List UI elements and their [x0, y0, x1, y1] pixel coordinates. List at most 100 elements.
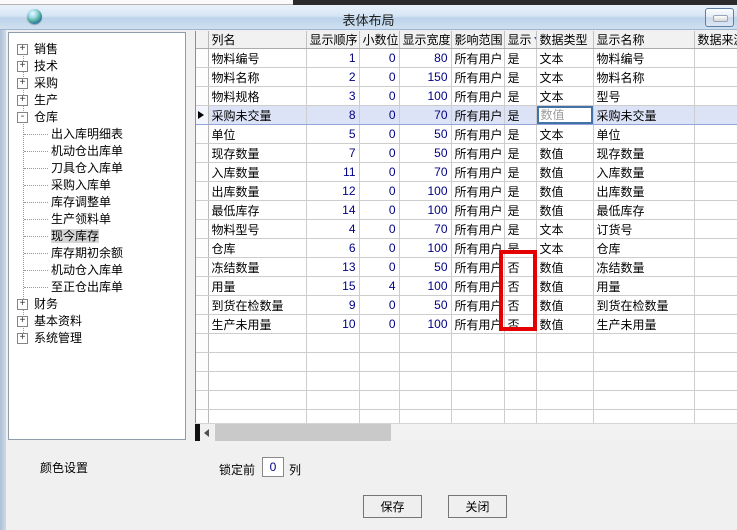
module-tree-panel[interactable]: +销售+技术+采购+生产-仓库出入库明细表机动仓出库单刀具仓入库单采购入库单库存…: [8, 32, 186, 440]
cell-scope[interactable]: 所有用户: [451, 49, 504, 68]
cell-name[interactable]: 最低库存: [208, 201, 306, 220]
cell-type[interactable]: 数值: [536, 201, 593, 220]
tree-item[interactable]: +技术: [9, 58, 185, 75]
column-header[interactable]: 显示顺序: [306, 31, 359, 49]
expand-icon[interactable]: +: [17, 44, 28, 55]
expand-icon[interactable]: +: [17, 316, 28, 327]
lock-columns-input[interactable]: [262, 457, 284, 477]
cell-order[interactable]: 1: [306, 49, 359, 68]
cell-display[interactable]: 型号: [593, 87, 694, 106]
cell-name[interactable]: 物料规格: [208, 87, 306, 106]
column-header[interactable]: 影响范围: [451, 31, 504, 49]
cell-scope[interactable]: 所有用户: [451, 296, 504, 315]
cell-visible[interactable]: 是: [504, 182, 536, 201]
horizontal-scrollbar[interactable]: [195, 423, 737, 440]
table-row[interactable]: 采购未交量8070所有用户是数值采购未交量: [196, 106, 737, 125]
table-row[interactable]: 物料名称20150所有用户是文本物料名称: [196, 68, 737, 87]
cell-source[interactable]: [694, 68, 737, 87]
cell-name[interactable]: 出库数量: [208, 182, 306, 201]
cell-editor[interactable]: 数值: [537, 106, 593, 124]
cell-type[interactable]: 数值: [536, 315, 593, 334]
table-row[interactable]: 冻结数量13050所有用户否数值冻结数量: [196, 258, 737, 277]
cell-scope[interactable]: 所有用户: [451, 182, 504, 201]
cell-display[interactable]: 订货号: [593, 220, 694, 239]
table-row[interactable]: 入库数量11070所有用户是数值入库数量: [196, 163, 737, 182]
cell-order[interactable]: 13: [306, 258, 359, 277]
tree-item[interactable]: +财务: [9, 296, 185, 313]
table-row[interactable]: 到货在检数量9050所有用户否数值到货在检数量: [196, 296, 737, 315]
tree-item[interactable]: 现今库存: [9, 228, 185, 245]
tree-item[interactable]: -仓库: [9, 109, 185, 126]
cell-type[interactable]: 文本: [536, 68, 593, 87]
cell-order[interactable]: 8: [306, 106, 359, 125]
cell-display[interactable]: 物料编号: [593, 49, 694, 68]
cell-scope[interactable]: 所有用户: [451, 125, 504, 144]
cell-decimals[interactable]: 0: [359, 296, 399, 315]
cell-scope[interactable]: 所有用户: [451, 201, 504, 220]
cell-type[interactable]: 文本: [536, 220, 593, 239]
cell-width[interactable]: 100: [399, 87, 451, 106]
table-row[interactable]: 物料编号1080所有用户是文本物料编号: [196, 49, 737, 68]
cell-order[interactable]: 12: [306, 182, 359, 201]
cell-scope[interactable]: 所有用户: [451, 163, 504, 182]
cell-type[interactable]: 数值: [536, 182, 593, 201]
cell-source[interactable]: [694, 296, 737, 315]
cell-scope[interactable]: 所有用户: [451, 315, 504, 334]
cell-scope[interactable]: 所有用户: [451, 87, 504, 106]
cell-order[interactable]: 7: [306, 144, 359, 163]
cell-display[interactable]: 入库数量: [593, 163, 694, 182]
cell-display[interactable]: 生产未用量: [593, 315, 694, 334]
cell-width[interactable]: 70: [399, 220, 451, 239]
cell-type[interactable]: 数值: [536, 296, 593, 315]
cell-source[interactable]: [694, 182, 737, 201]
tree-item[interactable]: +基本资料: [9, 313, 185, 330]
tree-item[interactable]: 库存期初余额: [9, 245, 185, 262]
column-header[interactable]: 数据来源: [694, 31, 737, 49]
cell-visible[interactable]: 是: [504, 49, 536, 68]
cell-width[interactable]: 100: [399, 277, 451, 296]
cell-order[interactable]: 5: [306, 125, 359, 144]
cell-decimals[interactable]: 0: [359, 163, 399, 182]
cell-display[interactable]: 物料名称: [593, 68, 694, 87]
cell-visible[interactable]: 是: [504, 163, 536, 182]
cell-width[interactable]: 80: [399, 49, 451, 68]
cell-source[interactable]: [694, 258, 737, 277]
scrollbar-thumb[interactable]: [215, 424, 391, 441]
cell-source[interactable]: [694, 106, 737, 125]
cell-type[interactable]: 数值: [536, 258, 593, 277]
cell-name[interactable]: 物料编号: [208, 49, 306, 68]
table-row[interactable]: 物料规格30100所有用户是文本型号: [196, 87, 737, 106]
cell-visible[interactable]: 是: [504, 220, 536, 239]
cell-width[interactable]: 100: [399, 315, 451, 334]
cell-order[interactable]: 9: [306, 296, 359, 315]
cell-display[interactable]: 最低库存: [593, 201, 694, 220]
cell-order[interactable]: 4: [306, 220, 359, 239]
tree-item[interactable]: 至正仓出库单: [9, 279, 185, 296]
table-row[interactable]: 仓库60100所有用户是文本仓库: [196, 239, 737, 258]
cell-name[interactable]: 冻结数量: [208, 258, 306, 277]
close-button[interactable]: 关闭: [448, 495, 507, 518]
cell-decimals[interactable]: 0: [359, 315, 399, 334]
tree-item[interactable]: 库存调整单: [9, 194, 185, 211]
column-header[interactable]: 列名: [208, 31, 306, 49]
cell-source[interactable]: [694, 239, 737, 258]
cell-name[interactable]: 生产未用量: [208, 315, 306, 334]
tree-item[interactable]: 出入库明细表: [9, 126, 185, 143]
tree-item[interactable]: +系统管理: [9, 330, 185, 347]
cell-scope[interactable]: 所有用户: [451, 68, 504, 87]
cell-display[interactable]: 用量: [593, 277, 694, 296]
cell-display[interactable]: 仓库: [593, 239, 694, 258]
cell-type[interactable]: 数值: [536, 106, 593, 125]
cell-decimals[interactable]: 0: [359, 182, 399, 201]
cell-decimals[interactable]: 0: [359, 239, 399, 258]
cell-name[interactable]: 单位: [208, 125, 306, 144]
cell-name[interactable]: 用量: [208, 277, 306, 296]
column-header[interactable]: 显示: [504, 31, 536, 49]
table-row[interactable]: 生产未用量100100所有用户否数值生产未用量: [196, 315, 737, 334]
cell-type[interactable]: 文本: [536, 49, 593, 68]
cell-scope[interactable]: 所有用户: [451, 144, 504, 163]
cell-type[interactable]: 文本: [536, 87, 593, 106]
dialog-titlebar[interactable]: 表体布局: [0, 5, 737, 30]
cell-order[interactable]: 6: [306, 239, 359, 258]
cell-decimals[interactable]: 0: [359, 68, 399, 87]
